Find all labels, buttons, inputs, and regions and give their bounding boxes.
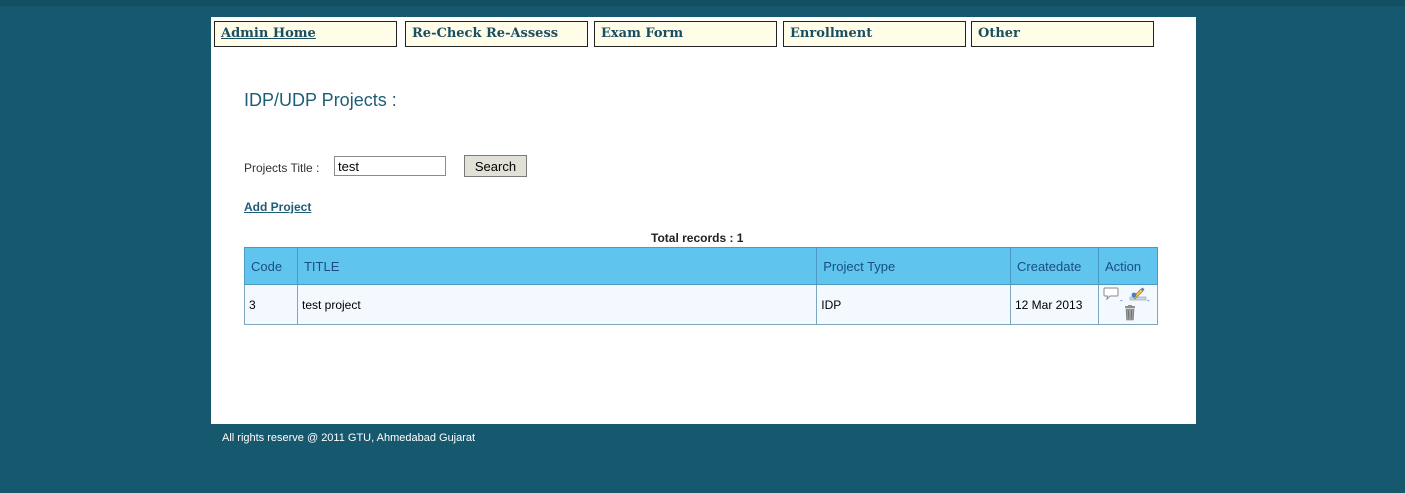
project-title-input[interactable] bbox=[334, 156, 446, 176]
nav-recheck-reassess[interactable]: Re-Check Re-Assess bbox=[405, 21, 588, 47]
top-bar bbox=[0, 0, 1405, 6]
nav-enrollment[interactable]: Enrollment bbox=[783, 21, 966, 47]
nav-other[interactable]: Other bbox=[971, 21, 1154, 47]
footer-copyright: All rights reserve @ 2011 GTU, Ahmedabad… bbox=[222, 432, 476, 444]
separator-dot: - bbox=[1146, 296, 1150, 305]
column-header-title: TITLE bbox=[296, 247, 818, 285]
search-label: Projects Title : bbox=[244, 161, 320, 175]
projects-table: Code TITLE Project Type Createdate Actio… bbox=[244, 247, 1159, 325]
cell-createdate: 12 Mar 2013 bbox=[1010, 284, 1099, 325]
trash-icon[interactable] bbox=[1123, 305, 1137, 324]
add-project-link[interactable]: Add Project bbox=[244, 200, 311, 214]
cell-title: test project bbox=[296, 284, 818, 325]
column-header-code: Code bbox=[244, 247, 298, 285]
cell-code: 3 bbox=[244, 284, 298, 325]
page-title: IDP/UDP Projects : bbox=[244, 90, 397, 110]
total-records: Total records : 1 bbox=[651, 231, 744, 245]
separator-dot: - bbox=[1119, 296, 1123, 305]
comment-icon[interactable] bbox=[1103, 287, 1119, 304]
column-header-createdate: Createdate bbox=[1010, 247, 1099, 285]
nav-admin-home[interactable]: Admin Home bbox=[214, 21, 397, 47]
search-button[interactable]: Search bbox=[464, 155, 527, 177]
table-row: 3 test project IDP 12 Mar 2013 - - bbox=[244, 284, 1159, 325]
edit-pencil-icon[interactable] bbox=[1129, 286, 1147, 305]
cell-action: - - bbox=[1097, 284, 1159, 325]
cell-project-type: IDP bbox=[816, 284, 1011, 325]
table-header-row: Code TITLE Project Type Createdate Actio… bbox=[244, 247, 1159, 285]
column-header-action: Action bbox=[1097, 247, 1159, 285]
column-header-project-type: Project Type bbox=[816, 247, 1011, 285]
nav-exam-form[interactable]: Exam Form bbox=[594, 21, 777, 47]
main-content: Admin Home Re-Check Re-Assess Exam Form … bbox=[211, 17, 1196, 424]
